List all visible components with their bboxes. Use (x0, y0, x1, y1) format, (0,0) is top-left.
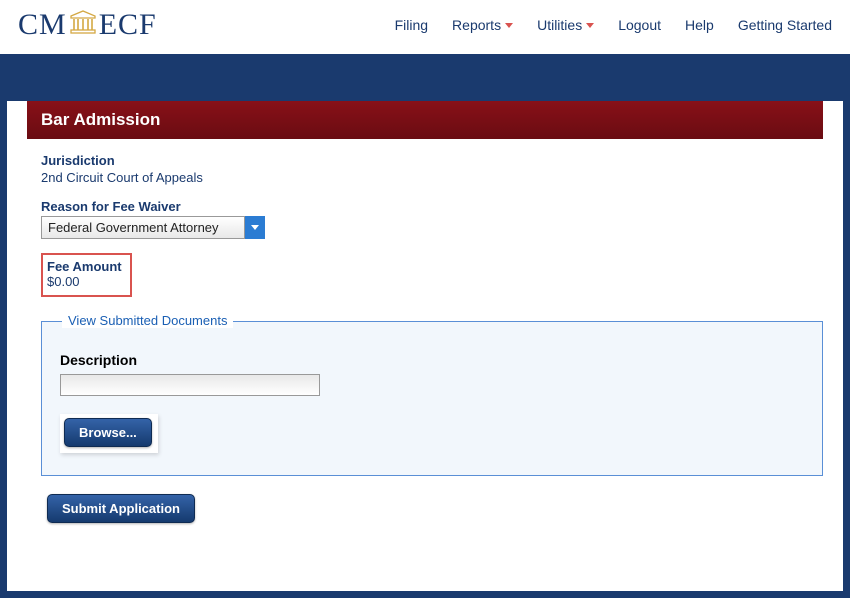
fee-amount-box: Fee Amount $0.00 (41, 253, 132, 297)
logo: CM ECF (18, 8, 157, 42)
browse-button[interactable]: Browse... (64, 418, 152, 447)
reason-select[interactable]: Federal Government Attorney (41, 216, 265, 239)
nav-getting-started[interactable]: Getting Started (738, 17, 832, 33)
dropdown-button[interactable] (245, 216, 265, 239)
documents-legend: View Submitted Documents (62, 313, 233, 328)
jurisdiction-label: Jurisdiction (41, 153, 833, 168)
chevron-down-icon (251, 225, 259, 230)
caret-down-icon (586, 23, 594, 28)
nav-help[interactable]: Help (685, 17, 714, 33)
nav-reports[interactable]: Reports (452, 17, 513, 33)
building-icon (69, 10, 97, 37)
logo-left: CM (18, 8, 67, 42)
reason-label: Reason for Fee Waiver (41, 199, 833, 214)
nav-logout-label: Logout (618, 17, 661, 33)
nav-utilities-label: Utilities (537, 17, 582, 33)
form-area: Jurisdiction 2nd Circuit Court of Appeal… (7, 139, 843, 321)
nav-reports-label: Reports (452, 17, 501, 33)
page-title: Bar Admission (27, 101, 823, 139)
jurisdiction-value: 2nd Circuit Court of Appeals (41, 170, 833, 185)
description-label: Description (60, 352, 804, 368)
description-input[interactable] (60, 374, 320, 396)
fee-amount-value: $0.00 (47, 274, 122, 289)
nav: Filing Reports Utilities Logout Help Get… (395, 17, 832, 33)
nav-filing-label: Filing (395, 17, 428, 33)
caret-down-icon (505, 23, 513, 28)
nav-getting-started-label: Getting Started (738, 17, 832, 33)
browse-wrap: Browse... (60, 414, 158, 453)
submit-row: Submit Application (7, 494, 843, 523)
reason-select-value: Federal Government Attorney (41, 216, 245, 239)
logo-right: ECF (99, 8, 157, 42)
nav-filing[interactable]: Filing (395, 17, 428, 33)
topbar: CM ECF Filing Reports Utilities Logout H… (0, 0, 850, 54)
documents-fieldset: View Submitted Documents Description Bro… (41, 321, 823, 476)
nav-logout[interactable]: Logout (618, 17, 661, 33)
content-inner: Bar Admission Jurisdiction 2nd Circuit C… (7, 101, 843, 591)
fee-amount-label: Fee Amount (47, 259, 122, 274)
submit-application-button[interactable]: Submit Application (47, 494, 195, 523)
nav-help-label: Help (685, 17, 714, 33)
content-frame: Bar Admission Jurisdiction 2nd Circuit C… (0, 54, 850, 598)
nav-utilities[interactable]: Utilities (537, 17, 594, 33)
